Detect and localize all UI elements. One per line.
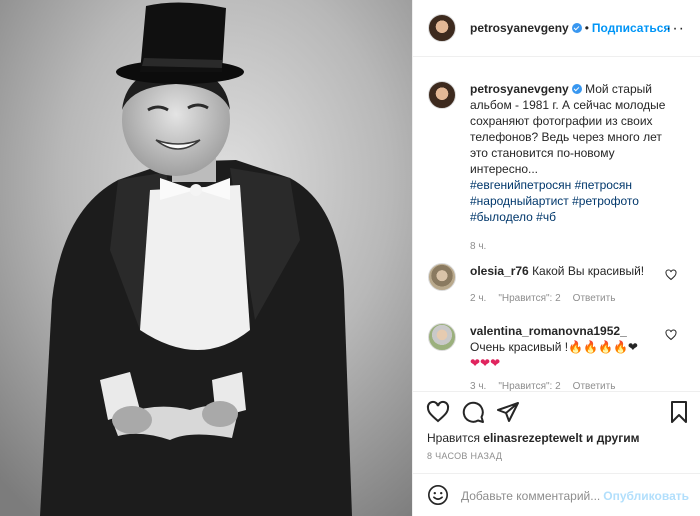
author-avatar[interactable] (428, 14, 456, 42)
emoji-icon[interactable] (427, 484, 449, 506)
comment-avatar[interactable] (428, 263, 456, 291)
reply-button[interactable]: Ответить (573, 293, 616, 304)
caption-line-5: это становится по-новому (470, 146, 615, 160)
add-comment-bar: Опубликовать (413, 473, 700, 516)
caption: petrosyanevgeny Мой старый альбом - 1981… (470, 81, 694, 255)
comment-text-hearts: ❤❤❤ (470, 356, 501, 370)
caption-hashtags-2[interactable]: #народныйартист #ретрофото (470, 193, 694, 209)
post-header: petrosyanevgeny • Подписаться ··· (413, 0, 700, 57)
photo-illustration (0, 0, 412, 516)
caption-time[interactable]: 8 ч. (470, 239, 694, 255)
author-line: petrosyanevgeny • Подписаться (470, 21, 670, 35)
caption-line-6: интересно... (470, 162, 539, 176)
verified-badge-icon (571, 23, 582, 33)
post-photo[interactable] (0, 0, 412, 516)
comment-likes[interactable]: "Нравится": 2 (498, 381, 560, 391)
comment-username[interactable]: valentina_romanovna1952_ (470, 323, 670, 339)
caption-line-4: телефонов? Ведь через много лет (470, 130, 662, 144)
follow-button[interactable]: Подписаться (592, 21, 670, 35)
comment-text: Очень красивый !🔥🔥🔥🔥❤ (470, 340, 638, 354)
verified-badge-icon (571, 84, 582, 94)
share-icon[interactable] (496, 400, 520, 424)
caption-hashtags-3[interactable]: #былодело #чб (470, 209, 694, 225)
comment-meta: 3 ч. "Нравится": 2 Ответить (470, 379, 670, 391)
comment-like-heart-icon[interactable] (665, 269, 677, 281)
comments-section[interactable]: petrosyanevgeny Мой старый альбом - 1981… (413, 57, 700, 391)
separator-dot: • (584, 21, 589, 35)
caption-line-3: сохраняют фотографии из своих (470, 114, 653, 128)
comment: valentina_romanovna1952_ Очень красивый … (470, 323, 670, 391)
post-side-panel: petrosyanevgeny • Подписаться ··· petrosya… (412, 0, 700, 516)
likes-suffix[interactable]: и другим (586, 431, 639, 445)
caption-line-1: Мой старый (585, 82, 652, 96)
comment-username[interactable]: olesia_r76 (470, 264, 529, 278)
caption-username[interactable]: petrosyanevgeny (470, 82, 569, 96)
post-timestamp[interactable]: 8 ЧАСОВ НАЗАД (427, 451, 502, 461)
comment-text: Какой Вы красивый! (532, 264, 645, 278)
comment-time[interactable]: 2 ч. (470, 293, 486, 304)
caption-avatar[interactable] (428, 81, 456, 109)
comment-icon[interactable] (461, 400, 485, 424)
caption-hashtags-1[interactable]: #евгенийпетросян #петросян (470, 177, 694, 193)
publish-button[interactable]: Опубликовать (603, 489, 689, 503)
comment-meta: 2 ч. "Нравится": 2 Ответить (470, 291, 670, 307)
comment-time[interactable]: 3 ч. (470, 381, 486, 391)
bookmark-icon[interactable] (667, 400, 691, 424)
author-username[interactable]: petrosyanevgeny (470, 21, 569, 35)
comment-likes[interactable]: "Нравится": 2 (498, 293, 560, 304)
comment: olesia_r76 Какой Вы красивый! 2 ч. "Нрави… (470, 263, 670, 307)
comment-avatar[interactable] (428, 323, 456, 351)
likes-prefix: Нравится (427, 431, 480, 445)
action-bar (413, 391, 700, 431)
likes-line: Нравится elinasrezeptewelt и другим (427, 431, 639, 445)
heart-icon[interactable] (426, 400, 450, 424)
caption-line-2: альбом - 1981 г. А сейчас молодые (470, 98, 666, 112)
more-options-icon[interactable]: ··· (666, 20, 685, 38)
reply-button[interactable]: Ответить (573, 381, 616, 391)
comment-like-heart-icon[interactable] (665, 329, 677, 341)
likes-user[interactable]: elinasrezeptewelt (483, 431, 582, 445)
comment-input[interactable] (461, 487, 611, 505)
